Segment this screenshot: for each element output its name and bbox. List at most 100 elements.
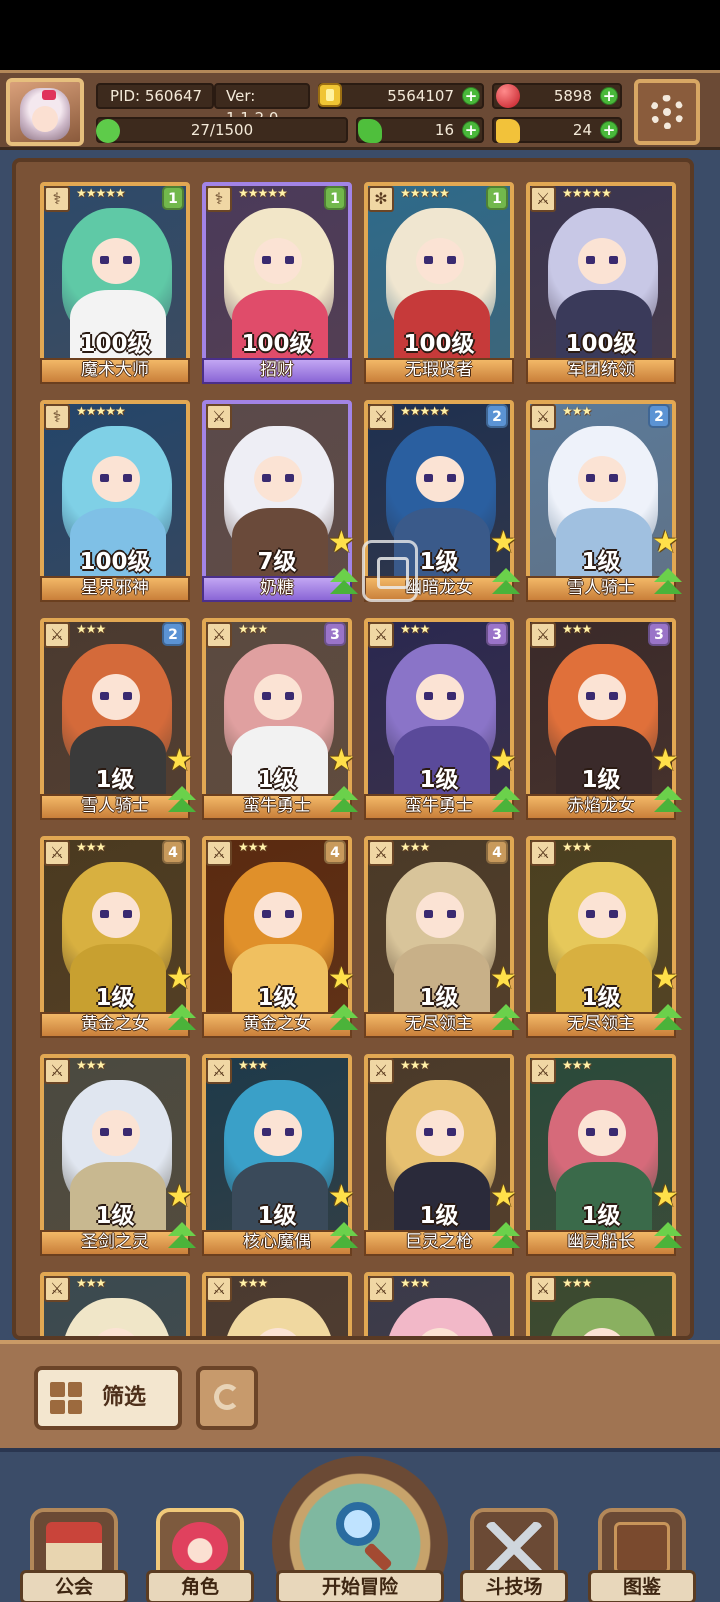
star-up-icon[interactable]: ★ [490, 528, 522, 560]
character-eyes [586, 1128, 618, 1136]
nav-arena[interactable]: 斗技场 [460, 1508, 568, 1602]
star-up-icon[interactable]: ★ [328, 528, 360, 560]
character-card[interactable]: ⚔ ★★★ [202, 1272, 352, 1336]
rank-badge: 3 [486, 622, 508, 646]
level-up-arrow-icon[interactable] [652, 568, 684, 598]
level-up-arrow-icon[interactable] [328, 1222, 360, 1252]
character-eyes [586, 256, 618, 264]
class-icon: ⚔ [44, 622, 70, 648]
level-up-arrow-icon[interactable] [166, 1222, 198, 1252]
add-thumb-icon[interactable]: + [600, 121, 618, 139]
star-rating: ★★★★★ [400, 404, 450, 418]
star-rating: ★★★ [400, 1276, 430, 1290]
level-up-arrow-icon[interactable] [490, 1004, 522, 1034]
refresh-button[interactable] [196, 1366, 258, 1430]
star-up-icon[interactable]: ★ [652, 1182, 684, 1214]
character-card[interactable]: ⚕ ★★★★★ 100级 星界邪神 [40, 400, 190, 602]
star-up-icon[interactable]: ★ [490, 746, 522, 778]
character-card[interactable]: ⚔ ★★★ 1级 核心魔偶 ★ [202, 1054, 358, 1256]
level-up-arrow-icon[interactable] [328, 568, 360, 598]
player-avatar[interactable] [6, 78, 84, 146]
character-card[interactable]: ⚕ ★★★★★ 1 100级 魔术大师 [40, 182, 190, 384]
class-icon: ⚔ [44, 1058, 70, 1084]
star-up-icon[interactable]: ★ [490, 1182, 522, 1214]
character-card[interactable]: ⚔ ★★★ 3 1级 蛮牛勇士 ★ [202, 618, 358, 820]
star-up-icon[interactable]: ★ [328, 1182, 360, 1214]
level-up-arrow-icon[interactable] [166, 1004, 198, 1034]
level-up-arrow-icon[interactable] [328, 1004, 360, 1034]
character-eyes [424, 474, 456, 482]
star-up-icon[interactable]: ★ [652, 746, 684, 778]
crossed-swords-icon [486, 1522, 542, 1574]
character-card[interactable]: ⚔ ★★★ 2 1级 雪人骑士 ★ [526, 400, 682, 602]
level-up-arrow-icon[interactable] [490, 568, 522, 598]
add-clover-icon[interactable]: + [462, 121, 480, 139]
character-card[interactable]: ⚔ ★★★ [40, 1272, 190, 1336]
star-up-icon[interactable]: ★ [652, 964, 684, 996]
star-up-icon[interactable]: ★ [166, 964, 198, 996]
character-card[interactable]: ⚔ ★★★★★ 100级 军团统领 [526, 182, 676, 384]
star-rating: ★★★ [76, 622, 106, 636]
settings-button[interactable] [634, 79, 700, 145]
character-name: 星界邪神 [40, 576, 190, 602]
class-icon: ⚔ [44, 840, 70, 866]
character-card[interactable]: ⚔ ★★★ 3 1级 赤焰龙女 ★ [526, 618, 682, 820]
level-up-arrow-icon[interactable] [490, 1222, 522, 1252]
star-up-icon[interactable]: ★ [166, 1182, 198, 1214]
character-card[interactable]: ⚔ ★★★ 1级 无尽领主 ★ [526, 836, 682, 1038]
level-up-arrow-icon[interactable] [652, 1222, 684, 1252]
star-up-icon[interactable]: ★ [166, 746, 198, 778]
add-gold-icon[interactable]: + [462, 87, 480, 105]
star-up-icon[interactable]: ★ [328, 746, 360, 778]
level-up-arrow-icon[interactable] [328, 786, 360, 816]
character-card[interactable]: ⚔ ★★★ 4 1级 黄金之女 ★ [202, 836, 358, 1038]
star-rating: ★★★ [238, 622, 268, 636]
character-head-icon [172, 1522, 228, 1574]
character-card[interactable]: ⚔ ★★★ 1级 圣剑之灵 ★ [40, 1054, 196, 1256]
nav-adventure[interactable]: 开始冒险 [272, 1456, 448, 1602]
rank-badge: 4 [162, 840, 184, 864]
character-card[interactable]: ✻ ★★★★★ 1 100级 无瑕贤者 [364, 182, 514, 384]
character-eyes [586, 474, 618, 482]
rank-badge: 2 [486, 404, 508, 428]
add-gem-icon[interactable]: + [600, 87, 618, 105]
exp-icon [96, 119, 120, 143]
star-up-icon[interactable]: ★ [490, 964, 522, 996]
character-grid[interactable]: ⚕ ★★★★★ 1 100级 魔术大师 ⚕ ★★★★★ 1 100级 招财 ✻ ★★★★★ 1 100级无… [12, 158, 694, 1340]
exp-counter: 27/1500 [96, 117, 348, 143]
filter-button[interactable]: 筛选 [34, 1366, 182, 1430]
character-card[interactable]: ⚔ ★★★ 1级 幽灵船长 ★ [526, 1054, 682, 1256]
character-card[interactable]: ⚔ ★★★ [364, 1272, 514, 1336]
character-card[interactable]: ⚔ ★★★ 4 1级 无尽领主 ★ [364, 836, 520, 1038]
character-card[interactable]: ⚔ ★★★ 4 1级 黄金之女 ★ [40, 836, 196, 1038]
star-up-icon[interactable]: ★ [328, 964, 360, 996]
class-icon: ⚔ [368, 1058, 394, 1084]
character-card[interactable]: ⚔ ★★★ 1级 巨灵之枪 ★ [364, 1054, 520, 1256]
character-card[interactable]: ⚔ 7级 奶糖 ★ [202, 400, 358, 602]
star-rating: ★★★★★ [76, 404, 126, 418]
rank-badge: 1 [324, 186, 346, 210]
rank-badge: 4 [486, 840, 508, 864]
character-card[interactable]: ⚕ ★★★★★ 1 100级 招财 [202, 182, 352, 384]
nav-role[interactable]: 角色 [146, 1508, 254, 1602]
character-name: 军团统领 [526, 358, 676, 384]
level-up-arrow-icon[interactable] [166, 786, 198, 816]
gold-counter: 5564107 [318, 83, 484, 109]
character-card[interactable]: ⚔ ★★★ [526, 1272, 676, 1336]
nav-guild[interactable]: 公会 [20, 1508, 128, 1602]
character-card[interactable]: ⚔ ★★★ 2 1级 雪人骑士 ★ [40, 618, 196, 820]
character-level: 100级 [79, 549, 151, 575]
level-up-arrow-icon[interactable] [490, 786, 522, 816]
character-eyes [262, 474, 294, 482]
nav-codex[interactable]: 图鉴 [588, 1508, 696, 1602]
rank-badge: 2 [648, 404, 670, 428]
nav-role-label: 角色 [146, 1570, 254, 1602]
level-up-arrow-icon[interactable] [652, 1004, 684, 1034]
star-up-icon[interactable]: ★ [652, 528, 684, 560]
rank-badge: 3 [324, 622, 346, 646]
character-level: 100级 [403, 331, 475, 357]
gear-icon [650, 95, 684, 129]
level-up-arrow-icon[interactable] [652, 786, 684, 816]
character-card[interactable]: ⚔ ★★★ 3 1级 蛮牛勇士 ★ [364, 618, 520, 820]
star-rating: ★★★ [238, 840, 268, 854]
